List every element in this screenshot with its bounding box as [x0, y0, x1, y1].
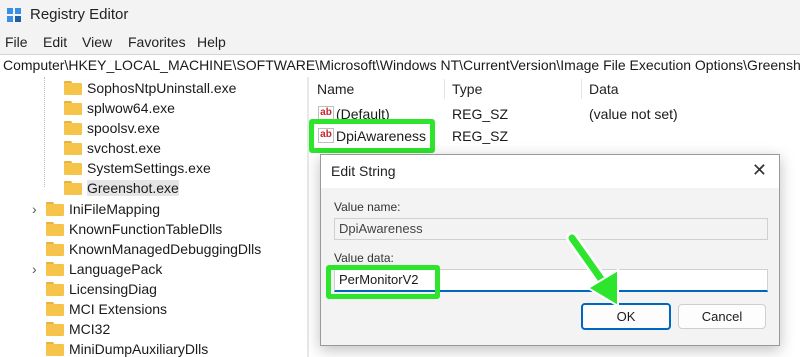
tree-item-label: MiniDumpAuxiliaryDlls	[69, 341, 209, 357]
folder-icon	[64, 81, 82, 95]
folder-icon	[64, 121, 82, 135]
menu-file[interactable]: File	[5, 34, 28, 50]
close-icon[interactable]: ✕	[752, 160, 767, 181]
menu-bar: File Edit View Favorites Help	[0, 30, 800, 54]
expand-chevron-icon[interactable]: ›	[32, 201, 44, 217]
tree-guide-line	[44, 77, 45, 187]
address-bar[interactable]: Computer\HKEY_LOCAL_MACHINE\SOFTWARE\Mic…	[0, 54, 800, 78]
expand-chevron-icon[interactable]: ›	[32, 261, 44, 277]
tree-item-greenshot[interactable]: Greenshot.exe	[64, 178, 179, 198]
value-data-label: Value data:	[334, 251, 394, 265]
value-type: REG_SZ	[452, 106, 509, 122]
folder-icon	[46, 302, 64, 316]
tree-item-licensingdiag[interactable]: LicensingDiag	[46, 279, 157, 299]
folder-icon	[46, 322, 64, 336]
folder-icon	[46, 202, 64, 216]
tree-item-mci-extensions[interactable]: MCI Extensions	[46, 299, 167, 319]
dialog-title: Edit String	[331, 163, 396, 179]
tree-item-knownfunctiontabledlls[interactable]: KnownFunctionTableDlls	[46, 219, 222, 239]
tree-item-label: MCI Extensions	[69, 301, 168, 317]
tree-item-label: spoolsv.exe	[87, 120, 160, 136]
tree-item-label: KnownManagedDebuggingDlls	[69, 241, 262, 257]
tree-item-label: MCI32	[69, 321, 111, 337]
tree-item-minidumpauxiliarydlls[interactable]: MiniDumpAuxiliaryDlls	[46, 339, 208, 357]
column-header-data[interactable]: Data	[589, 81, 619, 97]
edit-string-dialog: Edit String ✕ Value name: DpiAwareness V…	[320, 154, 780, 346]
registry-editor-icon	[7, 8, 21, 22]
folder-icon	[46, 342, 64, 356]
column-header-name[interactable]: Name	[317, 81, 354, 97]
tree-item-languagepack[interactable]: LanguagePack	[46, 259, 162, 279]
tree-item-label: LicensingDiag	[69, 281, 157, 297]
value-name-label: Value name:	[334, 200, 401, 214]
tree-item-label: splwow64.exe	[87, 100, 175, 116]
value-name-field: DpiAwareness	[334, 218, 768, 240]
value-name-text: DpiAwareness	[339, 221, 423, 236]
folder-icon	[46, 242, 64, 256]
key-tree[interactable]: SophosNtpUninstall.exe splwow64.exe spoo…	[0, 77, 307, 357]
highlight-box	[309, 119, 435, 153]
tree-item-label: svchost.exe	[87, 140, 161, 156]
menu-edit[interactable]: Edit	[43, 34, 67, 50]
tree-item-label: LanguagePack	[69, 261, 163, 277]
highlight-box	[326, 265, 440, 299]
value-data: (value not set)	[589, 106, 678, 122]
column-divider[interactable]	[444, 79, 445, 99]
folder-icon	[64, 101, 82, 115]
tree-item-knownmanageddebuggingdlls[interactable]: KnownManagedDebuggingDlls	[46, 239, 261, 259]
column-header-type[interactable]: Type	[452, 81, 482, 97]
tree-item-svchost[interactable]: svchost.exe	[64, 138, 161, 158]
menu-help[interactable]: Help	[197, 34, 226, 50]
menu-view[interactable]: View	[82, 34, 112, 50]
folder-icon	[64, 181, 82, 195]
tree-item-label: KnownFunctionTableDlls	[69, 221, 223, 237]
tree-item-label: SystemSettings.exe	[87, 160, 211, 176]
tree-item-label: IniFileMapping	[69, 201, 161, 217]
folder-icon	[46, 282, 64, 296]
folder-icon	[46, 262, 64, 276]
address-path: Computer\HKEY_LOCAL_MACHINE\SOFTWARE\Mic…	[3, 57, 800, 73]
tree-item-label: SophosNtpUninstall.exe	[87, 80, 237, 96]
cancel-button[interactable]: Cancel	[678, 304, 766, 329]
folder-icon	[46, 222, 64, 236]
menu-favorites[interactable]: Favorites	[128, 34, 186, 50]
tree-item-inifilemapping[interactable]: IniFileMapping	[46, 199, 160, 219]
tree-item-splwow64[interactable]: splwow64.exe	[64, 98, 175, 118]
window-title: Registry Editor	[30, 6, 129, 23]
tree-item-systemsettings[interactable]: SystemSettings.exe	[64, 158, 211, 178]
tree-item-label: Greenshot.exe	[87, 180, 179, 196]
folder-icon	[64, 141, 82, 155]
column-divider[interactable]	[581, 79, 582, 99]
folder-icon	[64, 161, 82, 175]
title-bar: Registry Editor	[0, 0, 800, 30]
tree-item-sophosntpuninstall[interactable]: SophosNtpUninstall.exe	[64, 78, 236, 98]
annotation-arrow-icon	[566, 232, 619, 308]
value-type: REG_SZ	[452, 128, 509, 144]
tree-item-spoolsv[interactable]: spoolsv.exe	[64, 118, 160, 138]
tree-item-mci32[interactable]: MCI32	[46, 319, 110, 339]
